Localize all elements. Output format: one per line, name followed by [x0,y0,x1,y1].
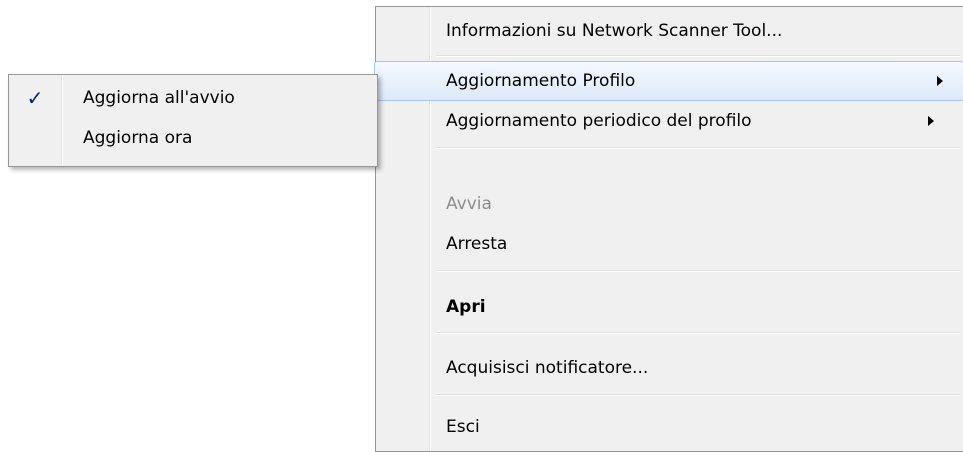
menu-item-about[interactable]: Informazioni su Network Scanner Tool... [380,11,960,51]
submenu-arrow-icon [928,116,934,126]
menu-separator [436,394,960,395]
menu-item-about-label: Informazioni su Network Scanner Tool... [446,21,783,41]
menu-item-profile-update[interactable]: Aggiornamento Profilo [374,61,963,101]
menu-item-stop[interactable]: Arresta [380,224,960,264]
context-menu: Informazioni su Network Scanner Tool... … [374,6,963,452]
checkmark-icon: ✓ [26,86,44,110]
menu-separator [436,55,960,56]
menu-item-periodic-update-label: Aggiornamento periodico del profilo [446,111,752,131]
menu-item-start-label: Avvia [446,194,492,214]
menu-item-acquire-notifier-label: Acquisisci notificatore... [446,358,649,378]
menu-item-open[interactable]: Apri [380,287,960,327]
menu-item-profile-update-label: Aggiornamento Profilo [446,71,636,91]
submenu-item-update-now[interactable]: Aggiorna ora [13,118,373,158]
submenu-item-update-at-startup-label: Aggiorna all'avvio [83,88,235,108]
submenu-item-update-now-label: Aggiorna ora [83,128,193,148]
profile-update-submenu: ✓ Aggiorna all'avvio Aggiorna ora [8,74,378,167]
menu-item-exit-label: Esci [446,417,480,437]
menu-item-acquire-notifier[interactable]: Acquisisci notificatore... [380,348,960,388]
menu-item-open-label: Apri [446,297,486,317]
submenu-item-update-at-startup[interactable]: ✓ Aggiorna all'avvio [13,78,373,118]
menu-separator [436,332,960,333]
menu-item-stop-label: Arresta [446,234,508,254]
menu-item-periodic-update[interactable]: Aggiornamento periodico del profilo [380,101,960,141]
menu-item-start: Avvia [380,184,960,224]
menu-separator [436,270,960,271]
menu-item-exit[interactable]: Esci [380,407,960,447]
submenu-arrow-icon [937,76,943,86]
menu-separator [436,147,960,148]
